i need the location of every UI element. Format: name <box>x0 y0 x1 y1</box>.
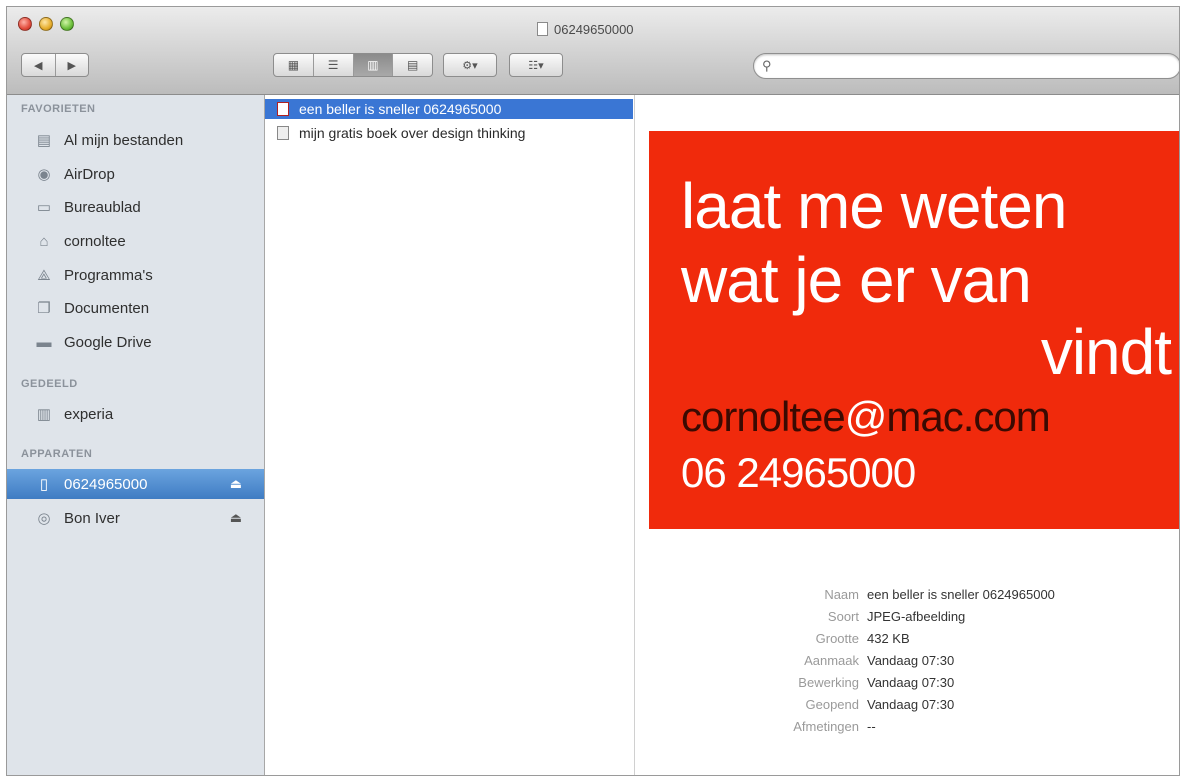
favorites-header: FAVORIETEN <box>21 103 96 115</box>
search-input[interactable] <box>782 57 1166 77</box>
info-value: Vandaag 07:30 <box>867 696 955 712</box>
file-name: mijn gratis boek over design thinking <box>299 125 526 141</box>
info-value: -- <box>867 718 876 734</box>
phone-icon: ▯ <box>39 476 49 493</box>
back-forward-buttons: ◀ ▶ <box>21 53 89 77</box>
coverflow-view-button[interactable]: ▤ <box>392 54 432 76</box>
sidebar-item-all-files[interactable]: ▤ Al mijn bestanden <box>7 125 264 155</box>
info-row-name: Naam een beller is sneller 0624965000 <box>735 583 1175 605</box>
preview-pane: laat me weten wat je er van vindt cornol… <box>635 95 1179 775</box>
info-value: Vandaag 07:30 <box>867 674 955 690</box>
sidebar-item-airdrop[interactable]: ◉ AirDrop <box>7 159 264 189</box>
close-button[interactable] <box>18 17 32 31</box>
email-prefix: cornoltee <box>681 393 846 440</box>
sidebar-item-label: 0624965000 <box>64 475 148 493</box>
info-label: Grootte <box>815 630 859 646</box>
column-view-button[interactable]: ▥ <box>352 54 393 76</box>
sidebar-item-applications[interactable]: ⟁ Programma's <box>7 260 264 290</box>
finder-window: 06249650000 ◀ ▶ ▦ ☰ ▥ ▤ ⚙▾ ☷▾ ⚲ FAVORIET… <box>6 6 1180 776</box>
sidebar-item-phone-device[interactable]: ▯ 0624965000 ⏏ <box>7 469 264 499</box>
sidebar-item-label: Google Drive <box>64 333 152 351</box>
sidebar-item-bon-iver[interactable]: ◎ Bon Iver ⏏ <box>7 503 264 533</box>
search-icon: ⚲ <box>762 58 772 73</box>
list-view-button[interactable]: ☰ <box>312 54 353 76</box>
sidebar-item-desktop[interactable]: ▭ Bureaublad <box>7 192 264 222</box>
email-suffix: mac.com <box>886 393 1050 440</box>
eject-icon[interactable]: ⏏ <box>230 510 242 526</box>
sidebar-item-label: Documenten <box>64 299 150 317</box>
info-label: Geopend <box>805 696 860 712</box>
info-label: Naam <box>824 586 859 602</box>
action-menu-button[interactable]: ⚙▾ <box>443 53 497 77</box>
info-row-kind: Soort JPEG-afbeelding <box>735 605 1175 627</box>
home-icon: ⌂ <box>39 232 49 250</box>
preview-image-line: wat je er van <box>681 244 1032 316</box>
preview-image-phone: 06 24965000 <box>681 449 916 496</box>
info-label: Soort <box>827 608 859 624</box>
airdrop-icon: ◉ <box>37 166 51 183</box>
document-icon <box>537 22 548 36</box>
sidebar-item-label: Bon Iver <box>64 509 120 527</box>
toolbar: 06249650000 ◀ ▶ ▦ ☰ ▥ ▤ ⚙▾ ☷▾ ⚲ <box>7 7 1179 95</box>
devices-header: APPARATEN <box>21 448 93 460</box>
file-row[interactable]: mijn gratis boek over design thinking <box>265 123 633 143</box>
eject-icon[interactable]: ⏏ <box>230 476 242 492</box>
image-file-icon <box>277 102 289 116</box>
minimize-button[interactable] <box>39 17 53 31</box>
info-label: Bewerking <box>798 674 859 690</box>
preview-image: laat me weten wat je er van vindt cornol… <box>649 131 1179 529</box>
file-name: een beller is sneller 0624965000 <box>299 101 502 117</box>
info-row-size: Grootte 432 KB <box>735 627 1175 649</box>
sidebar-item-home[interactable]: ⌂ cornoltee <box>7 226 264 256</box>
info-row-dimensions: Afmetingen -- <box>735 715 1175 737</box>
view-switcher: ▦ ☰ ▥ ▤ <box>273 53 433 77</box>
preview-image-line: vindt <box>1040 316 1172 388</box>
desktop-icon: ▭ <box>36 199 52 216</box>
file-column: een beller is sneller 0624965000 mijn gr… <box>265 95 635 775</box>
email-at: @ <box>844 393 888 440</box>
documents-icon: ❐ <box>37 300 51 317</box>
forward-button[interactable]: ▶ <box>54 54 89 76</box>
info-value: 432 KB <box>867 630 910 646</box>
back-button[interactable]: ◀ <box>22 54 55 76</box>
info-value: Vandaag 07:30 <box>867 652 955 668</box>
shared-header: GEDEELD <box>21 378 78 390</box>
all-files-icon: ▤ <box>36 132 52 149</box>
sidebar-item-label: Al mijn bestanden <box>64 131 184 149</box>
sidebar-item-experia[interactable]: ▥ experia <box>7 399 264 429</box>
sidebar-item-label: cornoltee <box>64 232 126 250</box>
arrange-menu-button[interactable]: ☷▾ <box>509 53 563 77</box>
sidebar-item-label: AirDrop <box>64 165 115 183</box>
zoom-button[interactable] <box>60 17 74 31</box>
sidebar-item-documents[interactable]: ❐ Documenten <box>7 293 264 323</box>
sidebar: FAVORIETEN ▤ Al mijn bestanden ◉ AirDrop… <box>7 95 265 775</box>
disc-icon: ◎ <box>37 510 51 527</box>
applications-icon: ⟁ <box>37 266 51 284</box>
sidebar-item-label: Programma's <box>64 266 153 284</box>
server-icon: ▥ <box>36 406 52 423</box>
window-title-text: 06249650000 <box>554 21 634 37</box>
pdf-file-icon <box>277 126 289 140</box>
window-title: 06249650000 <box>537 19 634 39</box>
file-info: Naam een beller is sneller 0624965000 So… <box>735 583 1175 737</box>
file-row[interactable]: een beller is sneller 0624965000 <box>265 99 633 119</box>
info-label: Aanmaak <box>804 652 859 668</box>
info-label: Afmetingen <box>793 718 859 734</box>
info-value: een beller is sneller 0624965000 <box>867 586 1055 602</box>
sidebar-item-label: Bureaublad <box>64 198 141 216</box>
search-field[interactable]: ⚲ <box>753 53 1179 79</box>
info-value: JPEG-afbeelding <box>867 608 966 624</box>
icon-view-button[interactable]: ▦ <box>274 54 313 76</box>
info-row-modified: Bewerking Vandaag 07:30 <box>735 671 1175 693</box>
sidebar-item-label: experia <box>64 405 114 423</box>
sidebar-item-google-drive[interactable]: ▬ Google Drive <box>7 327 264 357</box>
info-row-created: Aanmaak Vandaag 07:30 <box>735 649 1175 671</box>
preview-image-line: laat me weten <box>681 170 1067 242</box>
info-row-opened: Geopend Vandaag 07:30 <box>735 693 1175 715</box>
folder-icon: ▬ <box>36 333 52 351</box>
preview-image-email: cornoltee@mac.com <box>681 393 1051 441</box>
